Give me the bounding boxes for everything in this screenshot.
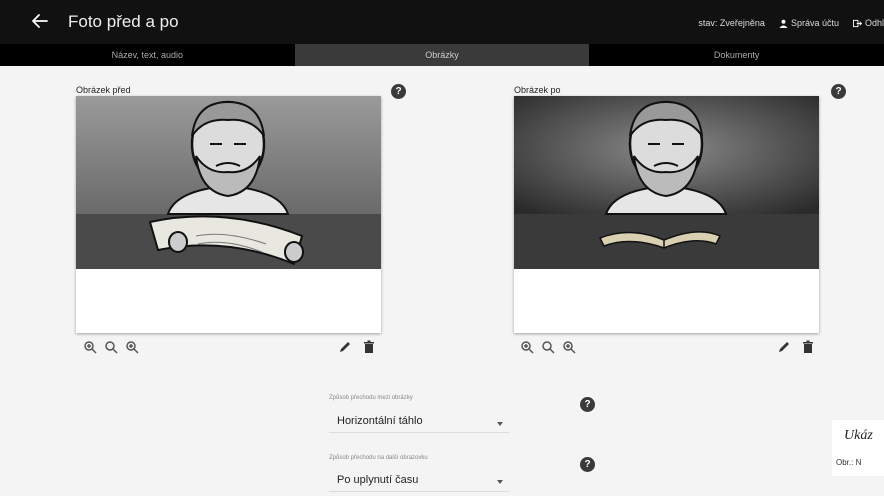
zoom-out-icon[interactable] bbox=[562, 340, 576, 354]
after-image bbox=[514, 96, 819, 333]
next-screen-help-icon[interactable]: ? bbox=[580, 457, 595, 472]
next-screen-underline bbox=[329, 491, 509, 492]
caption-title: Ukáz bbox=[844, 428, 873, 443]
page-title: Foto před a po bbox=[68, 12, 179, 31]
app-root: Foto před a po stav: Zveřejněna Správa ú… bbox=[0, 0, 884, 496]
trash-icon[interactable] bbox=[801, 340, 815, 354]
next-screen-label: Způsob přechodu na další obrazovku bbox=[329, 455, 428, 461]
pencil-icon[interactable] bbox=[777, 340, 791, 354]
status-text: stav: Zveřejněna bbox=[698, 18, 765, 28]
logout-icon bbox=[852, 19, 862, 27]
before-image-label: Obrázek před bbox=[76, 85, 131, 95]
zoom-reset-icon[interactable] bbox=[541, 340, 555, 354]
transition-help-icon[interactable]: ? bbox=[580, 397, 595, 412]
before-image-card[interactable] bbox=[76, 96, 381, 333]
logout-link[interactable]: Odhl bbox=[852, 18, 884, 28]
next-screen-dropdown-arrow-icon[interactable] bbox=[497, 480, 503, 484]
after-image-card[interactable] bbox=[514, 96, 819, 333]
tab-documents[interactable]: Dokumenty bbox=[589, 44, 884, 66]
zoom-in-icon[interactable] bbox=[520, 340, 534, 354]
transition-select[interactable]: Horizontální táhlo bbox=[337, 415, 423, 427]
logout-label: Odhl bbox=[864, 18, 884, 28]
transition-underline bbox=[329, 432, 509, 433]
zoom-out-icon[interactable] bbox=[125, 340, 139, 354]
next-screen-select[interactable]: Po uplynutí času bbox=[337, 474, 418, 486]
user-icon bbox=[779, 19, 788, 28]
zoom-reset-icon[interactable] bbox=[104, 340, 118, 354]
before-help-icon[interactable]: ? bbox=[391, 84, 406, 99]
top-bar: Foto před a po stav: Zveřejněna Správa ú… bbox=[0, 0, 884, 44]
tab-images[interactable]: Obrázky bbox=[294, 44, 590, 66]
caption-box: Ukáz Obr.: N bbox=[832, 420, 884, 476]
top-bar-actions: stav: Zveřejněna Správa účtu Odhl bbox=[698, 16, 884, 30]
caption-subtitle: Obr.: N bbox=[836, 458, 862, 467]
transition-dropdown-arrow-icon[interactable] bbox=[497, 422, 503, 426]
account-link[interactable]: Správa účtu bbox=[779, 18, 839, 28]
after-image-label: Obrázek po bbox=[514, 85, 561, 95]
before-image bbox=[76, 96, 381, 333]
trash-icon[interactable] bbox=[362, 340, 376, 354]
pencil-icon[interactable] bbox=[338, 340, 352, 354]
zoom-in-icon[interactable] bbox=[83, 340, 97, 354]
account-label: Správa účtu bbox=[790, 18, 839, 28]
back-arrow-icon[interactable] bbox=[28, 9, 52, 33]
tab-text-audio[interactable]: Název, text, audio bbox=[0, 44, 295, 66]
after-help-icon[interactable]: ? bbox=[831, 84, 846, 99]
transition-label: Způsob přechodu mezi obrázky bbox=[329, 395, 413, 401]
section-tabs: Název, text, audio Obrázky Dokumenty bbox=[0, 44, 884, 66]
